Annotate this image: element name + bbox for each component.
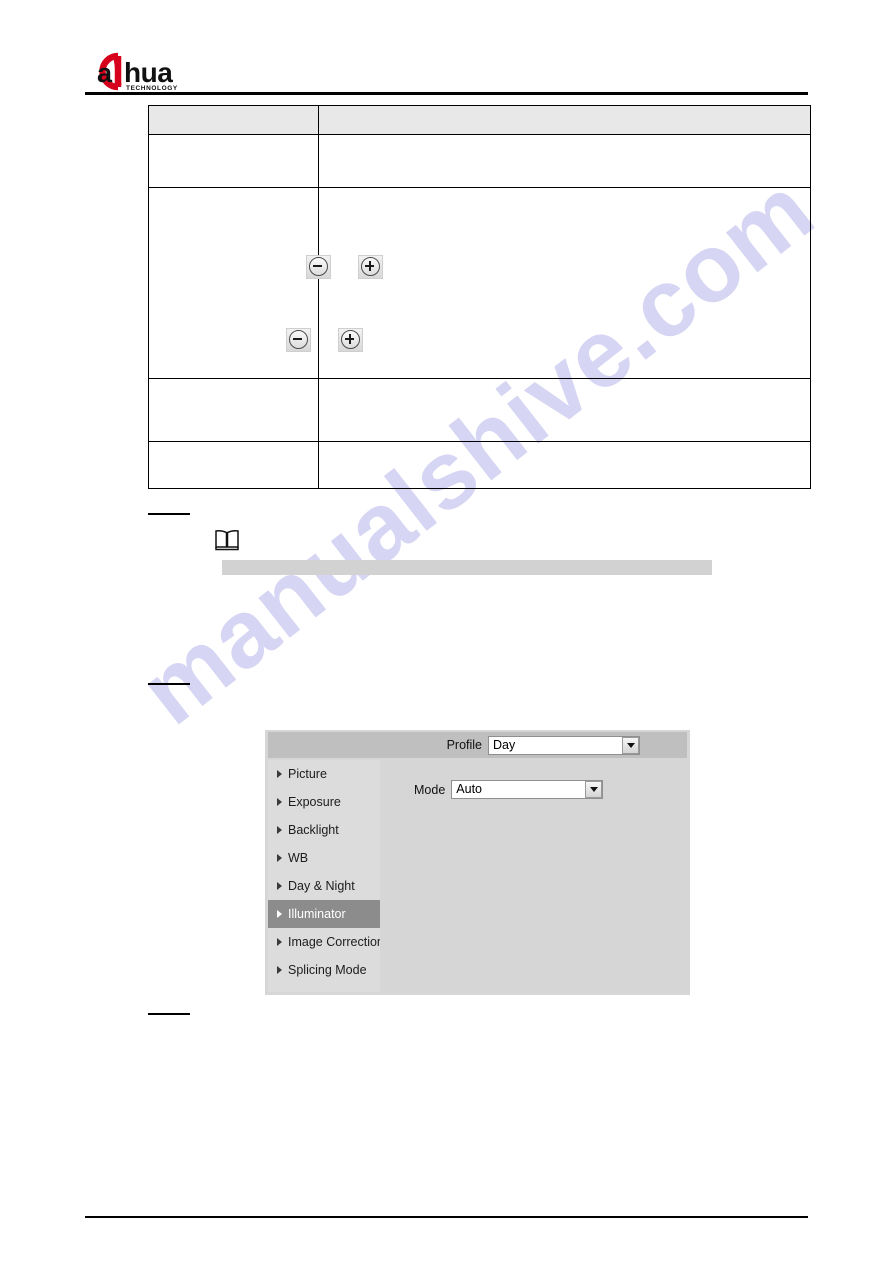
sidebar-item-splicing-mode[interactable]: Splicing Mode <box>268 956 380 984</box>
panel-content-area: Mode Auto <box>380 760 687 992</box>
panel-header-bar: Profile Day <box>268 732 687 758</box>
section-heading-rule <box>148 513 190 515</box>
stepper-control-group <box>305 254 383 279</box>
table-row <box>148 134 811 188</box>
caret-right-icon <box>277 798 282 806</box>
table-header-parameter <box>148 105 319 135</box>
table-cell-parameter <box>148 441 319 489</box>
table-header-description <box>318 105 811 135</box>
sidebar-item-illuminator[interactable]: Illuminator <box>268 900 380 928</box>
parameter-table <box>148 105 811 489</box>
note-body-bar <box>222 560 712 575</box>
table-row <box>148 378 811 442</box>
caret-right-icon <box>277 910 282 918</box>
profile-select-value: Day <box>493 737 516 752</box>
increase-button[interactable] <box>337 327 363 352</box>
sidebar-item-label: Exposure <box>288 795 341 809</box>
sidebar-item-label: Splicing Mode <box>288 963 367 977</box>
caret-right-icon <box>277 770 282 778</box>
mode-select-value: Auto <box>456 782 482 796</box>
table-cell-parameter <box>148 378 319 442</box>
decrease-button[interactable] <box>305 254 331 279</box>
caret-right-icon <box>277 854 282 862</box>
table-cell-description <box>285 187 811 379</box>
table-header-row <box>148 105 811 135</box>
sidebar-item-picture[interactable]: Picture <box>268 760 380 788</box>
table-cell-description <box>318 134 811 188</box>
sidebar-item-label: Day & Night <box>288 879 355 893</box>
stepper-control-group <box>285 327 363 352</box>
sidebar-item-label: Illuminator <box>288 907 346 921</box>
panel-sidebar: Picture Exposure Backlight WB Day & Nigh… <box>268 760 384 992</box>
document-page: manualshive.com a hua TECHNOLOGY Profile… <box>0 0 893 1263</box>
increase-button[interactable] <box>357 254 383 279</box>
table-row <box>148 187 811 379</box>
mode-field-row: Mode Auto <box>414 780 604 799</box>
sidebar-item-day-and-night[interactable]: Day & Night <box>268 872 380 900</box>
header-divider <box>85 92 808 95</box>
svg-text:hua: hua <box>124 57 173 88</box>
caret-right-icon <box>277 938 282 946</box>
profile-label: Profile <box>446 738 482 752</box>
caret-right-icon <box>277 882 282 890</box>
section-heading-rule <box>148 1013 190 1015</box>
sidebar-item-exposure[interactable]: Exposure <box>268 788 380 816</box>
profile-field-row: Profile Day <box>446 735 640 755</box>
book-note-icon <box>214 528 240 552</box>
sidebar-item-label: Backlight <box>288 823 339 837</box>
brand-tagline-text: TECHNOLOGY <box>126 85 178 92</box>
sidebar-item-label: Image Correction <box>288 935 384 949</box>
chevron-down-icon[interactable] <box>622 736 639 754</box>
table-cell-description <box>318 441 811 489</box>
footer-divider <box>85 1216 808 1218</box>
sidebar-item-label: WB <box>288 851 309 865</box>
caret-right-icon <box>277 966 282 974</box>
section-heading-rule <box>148 683 190 685</box>
sidebar-item-image-correction[interactable]: Image Correction <box>268 928 384 956</box>
profile-select[interactable]: Day <box>488 735 640 755</box>
sidebar-item-label: Picture <box>288 767 327 781</box>
mode-select[interactable]: Auto <box>451 780 604 799</box>
table-cell-parameter <box>148 134 319 188</box>
dahua-logo: a hua TECHNOLOGY <box>88 50 198 92</box>
decrease-button[interactable] <box>285 327 311 352</box>
caret-right-icon <box>277 826 282 834</box>
svg-text:a: a <box>97 58 113 88</box>
chevron-down-icon[interactable] <box>585 781 603 798</box>
table-row <box>148 441 811 489</box>
table-cell-description <box>318 378 811 442</box>
image-settings-panel: Profile Day Picture Exposure Backlight W… <box>265 730 690 995</box>
mode-label: Mode <box>414 782 446 797</box>
sidebar-item-wb[interactable]: WB <box>268 844 380 872</box>
sidebar-item-backlight[interactable]: Backlight <box>268 816 380 844</box>
